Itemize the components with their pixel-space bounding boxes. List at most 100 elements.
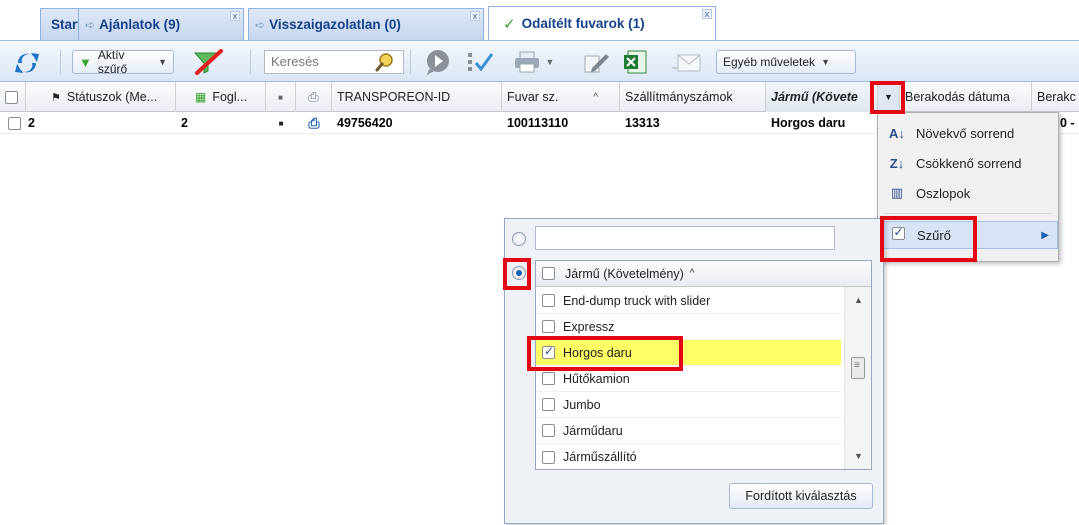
print-icon: ⎙ xyxy=(308,89,319,104)
col-berak2-label: Berakc xyxy=(1037,90,1076,104)
option-checkbox[interactable] xyxy=(542,320,555,333)
cell-transporeon-id: 49756420 xyxy=(337,116,393,130)
filter-option-label: Hűtőkamion xyxy=(563,371,630,386)
select-all-checkbox[interactable] xyxy=(5,90,18,104)
select-all-options-checkbox[interactable] xyxy=(542,267,555,280)
sort-caret-icon: ^ xyxy=(689,268,695,279)
checklist-icon[interactable] xyxy=(462,49,498,75)
menu-sort-ascending[interactable]: A↓ Növekvő sorrend xyxy=(878,119,1058,147)
scroll-thumb[interactable]: ≡ xyxy=(851,357,865,379)
col-status-label: Státuszok (Me... xyxy=(66,90,158,104)
active-filter-label: Aktív szűrő xyxy=(97,48,128,76)
filter-option[interactable]: Járműszállító xyxy=(536,444,841,470)
chevron-right-icon: ▶ xyxy=(1041,229,1049,241)
scroll-up-icon[interactable]: ▲ xyxy=(854,295,863,305)
col-szallitmany-header[interactable]: Szállítmányszámok xyxy=(620,82,766,112)
filter-option-label: Jumbo xyxy=(563,397,601,412)
chevron-down-icon: ▼ xyxy=(158,57,167,67)
invert-selection-button[interactable]: Fordított kiválasztás xyxy=(729,483,873,509)
menu-sort-descending-label: Csökkenő sorrend xyxy=(916,155,1022,171)
tab-unconfirmed-label: Visszaigazolatlan (0) xyxy=(269,17,401,32)
col-transporeon-label: TRANSPOREON-ID xyxy=(337,90,451,104)
cell-status: 2 xyxy=(28,116,35,130)
radio-text-filter[interactable] xyxy=(512,232,526,246)
email-icon[interactable] xyxy=(668,49,704,75)
tab-awarded-label: Odaítélt fuvarok (1) xyxy=(521,16,645,31)
col-status-header[interactable]: ⚑ Státuszok (Me... xyxy=(26,82,176,112)
filter-option-label: Járműdaru xyxy=(563,423,623,438)
search-placeholder: Keresés xyxy=(271,54,319,69)
filter-option[interactable]: End-dump truck with slider xyxy=(536,288,841,314)
refresh-icon[interactable] xyxy=(12,49,42,77)
edit-icon[interactable] xyxy=(580,49,612,75)
close-icon[interactable]: x xyxy=(702,9,712,19)
col-square-header[interactable]: ■ xyxy=(266,82,296,112)
col-jarmu-header[interactable]: Jármű (Követe xyxy=(766,82,878,112)
tab-unconfirmed[interactable]: ➪ Visszaigazolatlan (0) x xyxy=(248,8,484,40)
calendar-icon: ▦ xyxy=(195,90,207,104)
tab-awarded[interactable]: ✓ Odaítélt fuvarok (1) x xyxy=(488,6,716,40)
highlight-column-menu-trigger xyxy=(870,81,905,114)
chat-icon[interactable] xyxy=(420,47,456,77)
chevron-down-icon[interactable]: ▼ xyxy=(543,55,557,69)
col-fuvar-header[interactable]: Fuvar sz. ^ xyxy=(502,82,620,112)
tab-offers[interactable]: ➪ Ajánlatok (9) x xyxy=(78,8,244,40)
filter-text-input[interactable] xyxy=(535,226,835,250)
option-checkbox[interactable] xyxy=(542,398,555,411)
close-icon[interactable]: x xyxy=(230,11,240,21)
col-berak-label: Berakodás dátuma xyxy=(905,90,1010,104)
flag-icon: ⚑ xyxy=(51,91,61,104)
option-checkbox[interactable] xyxy=(542,372,555,385)
tab-bar: Start ➪ Ajánlatok (9) x ➪ Visszaigazolat… xyxy=(0,0,1079,40)
square-icon: ■ xyxy=(278,92,283,102)
col-print-header[interactable]: ⎙ xyxy=(296,82,332,112)
funnel-icon: ▼ xyxy=(79,54,92,70)
option-checkbox[interactable] xyxy=(542,294,555,307)
filter-list-header[interactable]: Jármű (Követelmény) ^ xyxy=(536,261,871,287)
active-filter-button[interactable]: ▼ Aktív szűrő ▼ xyxy=(72,48,174,76)
row-checkbox-cell[interactable] xyxy=(4,112,26,134)
col-fogl-label: Fogl... xyxy=(212,90,248,104)
row-checkbox[interactable] xyxy=(8,116,21,130)
col-fogl-header[interactable]: ▦ Fogl... xyxy=(176,82,266,112)
menu-divider xyxy=(884,213,1052,214)
highlight-filter-menu-item xyxy=(880,216,977,262)
highlight-list-radio xyxy=(503,258,531,290)
print-icon[interactable]: ⎙ xyxy=(296,112,332,134)
other-actions-button[interactable]: Egyéb műveletek ▼ xyxy=(716,50,856,74)
search-icon[interactable] xyxy=(370,50,400,74)
menu-sort-ascending-label: Növekvő sorrend xyxy=(916,125,1015,141)
menu-columns[interactable]: ▥ Oszlopok xyxy=(878,179,1058,207)
filter-scrollbar[interactable]: ▲ ≡ ▼ xyxy=(844,287,871,469)
filter-option[interactable]: Járműdaru xyxy=(536,418,841,444)
col-berak2-header[interactable]: Berakc xyxy=(1032,82,1079,112)
filter-option-label: Járműszállító xyxy=(563,450,637,464)
menu-columns-label: Oszlopok xyxy=(916,185,971,201)
menu-sort-descending[interactable]: Z↓ Csökkenő sorrend xyxy=(878,149,1058,177)
sort-ascending-icon: A↓ xyxy=(889,125,905,141)
cell-fuvar: 100113110 xyxy=(507,116,569,130)
filter-list-header-label: Jármű (Követelmény) xyxy=(565,266,684,281)
toolbar-divider xyxy=(250,50,251,74)
scroll-down-icon[interactable]: ▼ xyxy=(854,451,863,461)
excel-icon[interactable] xyxy=(620,48,650,76)
filter-option[interactable]: Jumbo xyxy=(536,392,841,418)
cell-szallitmany: 13313 xyxy=(625,116,660,130)
col-transporeon-header[interactable]: TRANSPOREON-ID xyxy=(332,82,502,112)
square-icon: ■ xyxy=(278,118,284,128)
print-icon[interactable] xyxy=(512,50,542,74)
highlight-selected-option xyxy=(527,336,683,371)
cell-jarmu: Horgos daru xyxy=(771,116,846,130)
clear-filter-icon[interactable] xyxy=(188,48,228,76)
grid-header: ⚑ Státuszok (Me... ▦ Fogl... ■ ⎙ TRANSPO… xyxy=(0,82,1079,112)
tab-offers-label: Ajánlatok (9) xyxy=(99,17,181,32)
close-icon[interactable]: x xyxy=(470,11,480,21)
columns-icon: ▥ xyxy=(890,185,904,200)
col-berak-header[interactable]: Berakodás dátuma xyxy=(900,82,1032,112)
option-checkbox[interactable] xyxy=(542,424,555,437)
option-checkbox[interactable] xyxy=(542,450,555,464)
check-icon: ✓ xyxy=(503,15,516,33)
toolbar-divider xyxy=(410,50,411,74)
select-all-checkbox-cell[interactable] xyxy=(0,82,26,112)
sort-descending-icon: Z↓ xyxy=(889,155,905,171)
